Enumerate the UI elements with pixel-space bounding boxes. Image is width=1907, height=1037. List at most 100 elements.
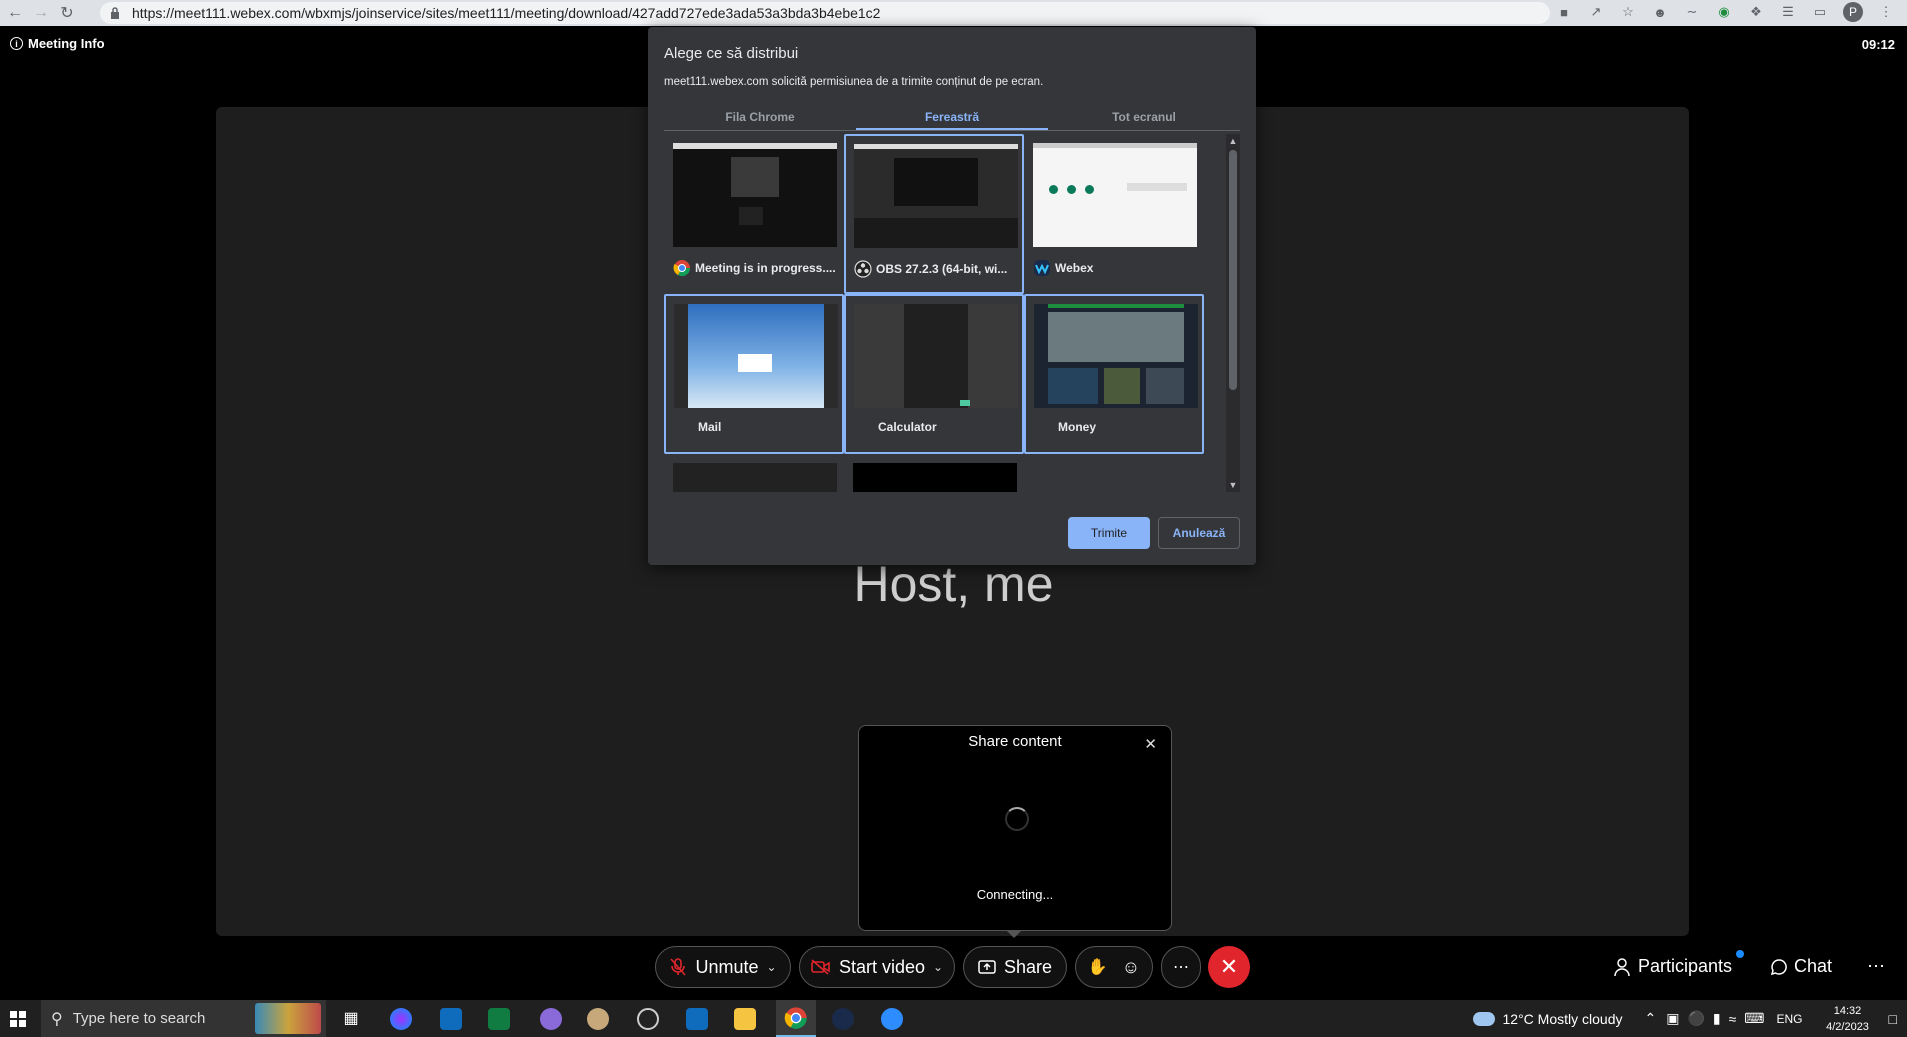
mail-icon[interactable] <box>440 1008 462 1030</box>
share-screen-icon <box>978 960 996 974</box>
windows-taskbar: ⚲ Type here to search ▦ 12°C Mostly clou… <box>0 1000 1907 1037</box>
address-bar[interactable]: https://meet111.webex.com/wbxmjs/joinser… <box>100 2 1550 24</box>
scroll-down-icon[interactable]: ▼ <box>1226 480 1240 490</box>
puzzle-icon[interactable]: ❖ <box>1747 3 1765 21</box>
wifi-icon[interactable]: ≈ <box>1729 1011 1737 1027</box>
participants-icon <box>1614 957 1630 976</box>
notifications-icon[interactable]: □ <box>1889 1011 1897 1027</box>
start-video-button[interactable]: Start video ⌄ <box>799 946 955 988</box>
meeting-timer: 09:12 <box>1861 37 1895 52</box>
participants-button[interactable]: Participants <box>1614 956 1732 977</box>
extension-green-icon[interactable]: ◉ <box>1715 3 1733 21</box>
messenger-icon[interactable] <box>390 1008 412 1030</box>
scrollbar[interactable]: ▲ ▼ <box>1226 134 1240 492</box>
window-thumbnail <box>673 463 837 492</box>
window-tile[interactable]: Meeting is in progress.... <box>664 134 844 294</box>
webex-taskbar-icon[interactable] <box>832 1008 854 1030</box>
dialog-title: Alege ce să distribui <box>664 45 799 62</box>
toolbar-more-icon[interactable]: ⋯ <box>1867 956 1885 977</box>
camera-tray-icon[interactable]: ▣ <box>1666 1010 1679 1027</box>
mic-tray-icon[interactable]: ⚫ <box>1687 1010 1704 1027</box>
windows-start-icon[interactable] <box>10 1011 26 1027</box>
more-dots-icon: ⋯ <box>1173 959 1189 976</box>
video-off-icon <box>811 959 830 975</box>
profile-avatar[interactable]: P <box>1843 2 1863 22</box>
reactions-icon[interactable]: ☺ <box>1122 957 1140 978</box>
money-icon[interactable] <box>488 1008 510 1030</box>
chat-bubble-icon <box>1770 958 1787 975</box>
share-tabs: Fila Chrome Fereastră Tot ecranul <box>664 102 1240 131</box>
camera-icon[interactable]: ■ <box>1555 3 1573 21</box>
popup-pointer <box>1006 930 1022 938</box>
task-view-icon[interactable]: ▦ <box>340 1008 362 1030</box>
window-tile[interactable]: Calculator <box>844 294 1024 454</box>
back-arrow-icon[interactable]: ← <box>4 2 26 24</box>
window-grid: Meeting is in progress.... OBS 27.2.3 (6… <box>664 134 1240 492</box>
chrome-dev-icon[interactable] <box>540 1008 562 1030</box>
window-title: Mail <box>698 420 722 434</box>
share-label: Share <box>1003 956 1053 977</box>
chevron-down-icon[interactable]: ⌄ <box>766 960 776 974</box>
chat-button[interactable]: Chat <box>1770 956 1832 977</box>
window-tile[interactable] <box>844 454 1024 492</box>
share-content-popup: Share content ✕ Connecting... <box>858 725 1172 931</box>
reload-icon[interactable]: ↻ <box>56 2 78 24</box>
chrome-taskbar-icon <box>784 1007 807 1029</box>
weather-cloud-icon[interactable] <box>1472 1011 1495 1026</box>
calculator-icon[interactable] <box>686 1008 708 1030</box>
obs-taskbar-icon[interactable] <box>637 1008 659 1030</box>
clock-time: 14:32 <box>1833 1004 1862 1017</box>
share-button[interactable]: Share <box>963 946 1067 988</box>
close-icon[interactable]: ✕ <box>1144 735 1157 753</box>
language-indicator[interactable]: ENG <box>1777 1012 1803 1026</box>
file-explorer-icon[interactable] <box>734 1008 756 1030</box>
forward-arrow-icon[interactable]: → <box>30 2 52 24</box>
window-tile[interactable]: Mail <box>664 294 844 454</box>
window-tile[interactable] <box>664 454 844 492</box>
meeting-info-label: Meeting Info <box>28 36 105 51</box>
more-options-button[interactable]: ⋯ <box>1161 946 1201 988</box>
meeting-info-button[interactable]: i Meeting Info <box>10 36 105 51</box>
chevron-up-icon[interactable]: ⌃ <box>1644 1010 1656 1027</box>
scroll-thumb[interactable] <box>1229 150 1237 390</box>
info-icon: i <box>10 37 23 50</box>
send-button[interactable]: Trimite <box>1068 517 1150 549</box>
tab-entire-screen[interactable]: Tot ecranul <box>1048 102 1240 130</box>
keyboard-icon[interactable]: ⌨ <box>1744 1010 1764 1027</box>
side-panel-icon[interactable]: ▭ <box>1811 3 1829 21</box>
taskbar-clock[interactable]: 14:32 4/2/2023 <box>1813 1003 1883 1035</box>
window-tile[interactable]: OBS 27.2.3 (64-bit, wi... <box>844 134 1024 294</box>
search-icon: ⚲ <box>51 1010 63 1028</box>
extension-icon[interactable]: ∼ <box>1683 3 1701 21</box>
cancel-button[interactable]: Anulează <box>1158 517 1240 549</box>
raise-hand-icon[interactable]: ✋ <box>1088 957 1108 977</box>
scroll-up-icon[interactable]: ▲ <box>1226 136 1240 146</box>
more-menu-icon[interactable]: ⋮ <box>1877 3 1895 21</box>
system-tray: 12°C Mostly cloudy ⌃ ▣ ⚫ ▮ ≈ ⌨ ENG 14:32… <box>1472 1000 1907 1037</box>
chat-label: Chat <box>1794 956 1833 976</box>
reactions-group: ✋ ☺ <box>1075 946 1153 988</box>
chrome-icon <box>673 260 691 277</box>
window-tile[interactable]: Money <box>1024 294 1204 454</box>
start-video-label: Start video <box>838 956 925 977</box>
end-meeting-button[interactable]: ✕ <box>1208 946 1250 988</box>
paint-icon[interactable] <box>587 1008 609 1030</box>
window-title: OBS 27.2.3 (64-bit, wi... <box>876 262 1008 276</box>
url-text: https://meet111.webex.com/wbxmjs/joinser… <box>132 5 881 21</box>
weather-text[interactable]: 12°C Mostly cloudy <box>1503 1011 1623 1027</box>
tab-window[interactable]: Fereastră <box>856 102 1048 130</box>
extension-face-icon[interactable]: ☻ <box>1651 3 1669 21</box>
battery-icon[interactable]: ▮ <box>1713 1010 1721 1027</box>
unmute-button[interactable]: Unmute ⌄ <box>655 946 791 988</box>
zoom-icon[interactable] <box>881 1008 903 1030</box>
window-tile[interactable]: Webex <box>1024 134 1204 294</box>
tab-chrome-tab[interactable]: Fila Chrome <box>664 102 856 130</box>
obs-icon <box>854 260 872 278</box>
chevron-down-icon[interactable]: ⌄ <box>933 960 943 974</box>
media-icon[interactable]: ☰ <box>1779 3 1797 21</box>
bookmark-star-icon[interactable]: ☆ <box>1619 3 1637 21</box>
chrome-taskbar-active[interactable] <box>776 1000 816 1037</box>
share-picker-dialog: Alege ce să distribui meet111.webex.com … <box>648 27 1256 565</box>
connecting-status: Connecting... <box>976 887 1054 902</box>
share-page-icon[interactable]: ↗ <box>1587 3 1605 21</box>
